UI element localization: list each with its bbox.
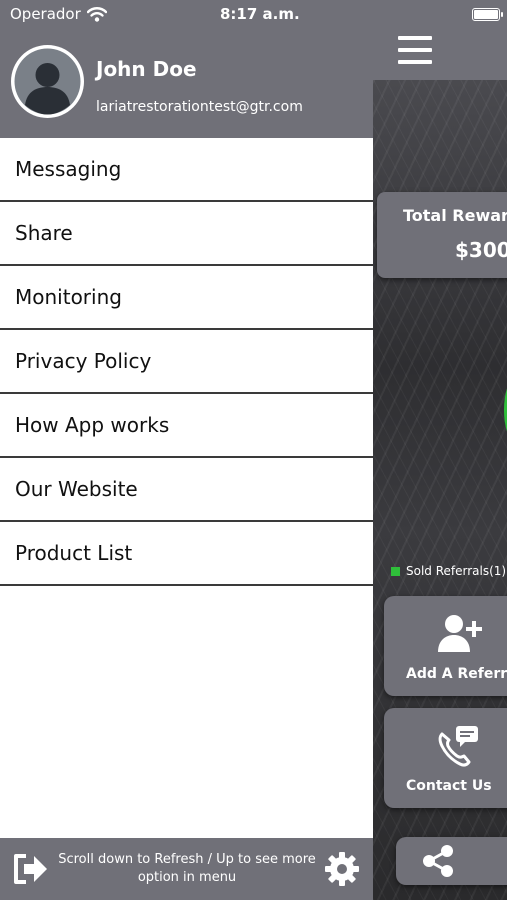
- battery-icon: [472, 8, 503, 21]
- contact-us-button[interactable]: Contact Us: [384, 708, 507, 808]
- wifi-icon: [86, 6, 107, 22]
- logout-icon[interactable]: [12, 852, 50, 886]
- navigation-drawer: John Doe lariatrestorationtest@gtr.com M…: [0, 0, 373, 900]
- reward-value: $300: [455, 238, 507, 262]
- user-email: lariatrestorationtest@gtr.com: [96, 99, 303, 115]
- avatar: [11, 45, 84, 118]
- legend-label: Sold Referrals(1): [406, 564, 507, 578]
- menu-item-share[interactable]: Share: [0, 202, 373, 266]
- add-referral-label: Add A Referra: [406, 666, 507, 682]
- add-referral-button[interactable]: Add A Referra: [384, 596, 507, 696]
- carrier-label: Operador: [10, 5, 81, 23]
- sold-referrals-legend: Sold Referrals(1): [391, 564, 506, 578]
- carrier: Operador: [10, 5, 107, 23]
- menu-item-monitoring[interactable]: Monitoring: [0, 266, 373, 330]
- status-bar: Operador 8:17 a.m.: [0, 0, 507, 30]
- share-button[interactable]: [396, 837, 507, 885]
- menu-item-product-list[interactable]: Product List: [0, 522, 373, 586]
- contact-us-label: Contact Us: [406, 778, 492, 794]
- menu-item-privacy-policy[interactable]: Privacy Policy: [0, 330, 373, 394]
- clock: 8:17 a.m.: [220, 5, 300, 23]
- add-user-icon: [438, 615, 482, 652]
- refresh-hint: Scroll down to Refresh / Up to see more …: [58, 852, 316, 885]
- hamburger-menu-icon[interactable]: [398, 36, 432, 66]
- legend-swatch: [391, 566, 400, 576]
- user-avatar-icon: [14, 48, 81, 115]
- phone-message-icon: [438, 726, 478, 767]
- menu-item-how-app-works[interactable]: How App works: [0, 394, 373, 458]
- menu-item-messaging[interactable]: Messaging: [0, 138, 373, 202]
- total-rewards-card: Total Rewar $300: [377, 192, 507, 278]
- menu-item-our-website[interactable]: Our Website: [0, 458, 373, 522]
- user-name: John Doe: [96, 57, 197, 81]
- share-icon: [423, 845, 453, 877]
- drawer-menu: Messaging Share Monitoring Privacy Polic…: [0, 138, 373, 586]
- gear-icon[interactable]: [323, 850, 361, 888]
- reward-title: Total Rewar: [403, 206, 507, 225]
- drawer-footer: Scroll down to Refresh / Up to see more …: [0, 838, 373, 900]
